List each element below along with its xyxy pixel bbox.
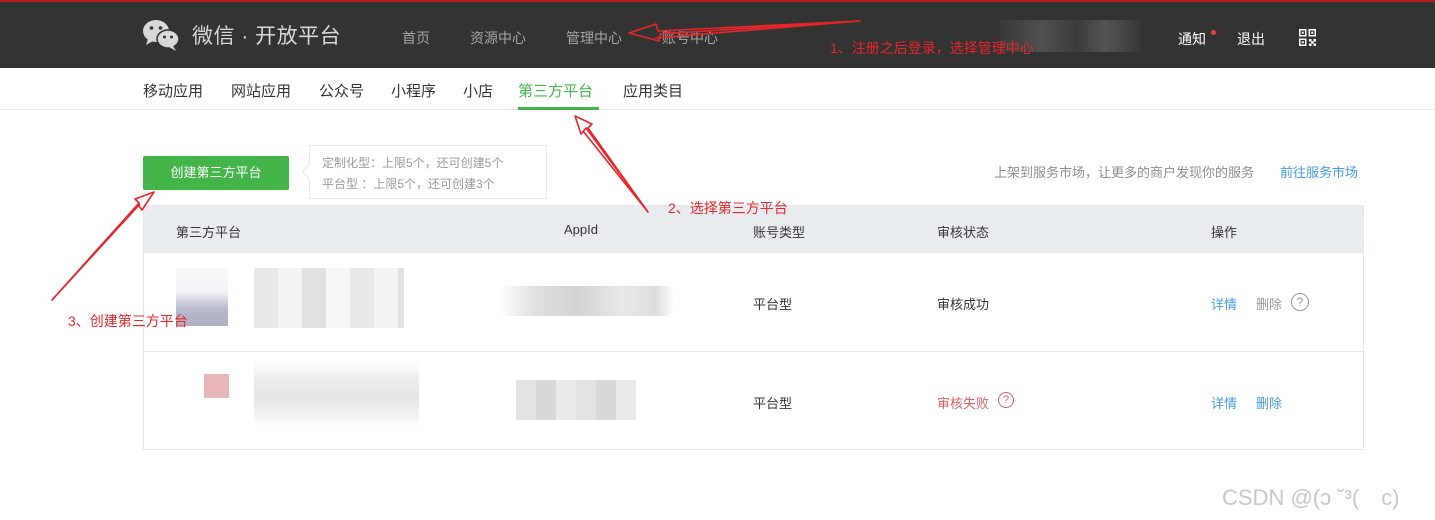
col-header-actions: 操作 [1211,225,1238,240]
nav-account[interactable]: 账号中心 [662,28,718,48]
col-header-platform: 第三方平台 [176,225,242,240]
account-type: 平台型 [753,297,793,312]
col-header-review-status: 审核状态 [937,225,990,240]
annotation-step1: 1、注册之后登录，选择管理中心 [830,40,1034,56]
delete-link-disabled[interactable]: 删除 [1256,294,1282,313]
top-header-bar: 微信 · 开放平台 首页 资源中心 管理中心 账号中心 通知 退出 [0,0,1435,68]
quota-tooltip: 定制化型：上限5个，还可创建5个 平台型 ：上限5个，还可创建3个 [309,145,547,199]
blurred-appid [499,286,674,316]
blurred-platform-name [254,268,404,328]
brand-title: 微信 · 开放平台 [192,25,342,48]
service-market-link[interactable]: 前往服务市场 [1280,162,1358,181]
tab-app-category[interactable]: 应用类目 [623,80,683,101]
quota-custom-line: 定制化型：上限5个，还可创建5个 [322,156,504,170]
nav-resources[interactable]: 资源中心 [470,28,526,48]
delete-link[interactable]: 删除 [1256,393,1282,412]
tab-shop[interactable]: 小店 [463,80,493,101]
tab-mini-program[interactable]: 小程序 [391,80,436,101]
tab-website-app[interactable]: 网站应用 [231,80,291,101]
fail-reason-question-icon[interactable]: ? [998,392,1014,408]
active-tab-underline [518,107,599,110]
detail-link[interactable]: 详情 [1211,294,1237,313]
third-party-platform-table: 第三方平台 AppId 账号类型 审核状态 操作 平台型 审核成功 详情 删除 … [143,205,1364,450]
col-header-appid: AppId [564,222,598,237]
arrow-to-third-party-tab [574,115,649,213]
annotation-step2: 2、选择第三方平台 [668,200,788,216]
notify-dot-badge [1211,30,1216,35]
logout-link[interactable]: 退出 [1237,29,1265,49]
notify-link[interactable]: 通知 [1178,29,1206,49]
table-row: 平台型 审核失败 ? 详情 删除 [144,351,1363,450]
arrow-to-create-button [51,191,155,301]
table-row: 平台型 审核成功 详情 删除 ? [144,252,1363,351]
account-type: 平台型 [753,396,793,411]
tab-third-party-platform[interactable]: 第三方平台 [518,80,593,101]
create-third-party-platform-button[interactable]: 创建第三方平台 [143,156,289,190]
help-question-icon[interactable]: ? [1291,293,1309,311]
annotation-step3: 3、创建第三方平台 [68,313,188,329]
blurred-platform-avatar [204,374,229,398]
blurred-appid [516,380,636,420]
tab-official-account[interactable]: 公众号 [319,80,364,101]
csdn-watermark: CSDN @(ɔ ˘³( c) [1222,485,1400,510]
wechat-logo-icon [143,20,180,51]
detail-link[interactable]: 详情 [1211,393,1237,412]
category-tabs: 移动应用 网站应用 公众号 小程序 小店 第三方平台 应用类目 [0,68,1435,110]
nav-home[interactable]: 首页 [402,28,430,48]
qrcode-icon[interactable] [1299,29,1316,46]
quota-platform-line: 平台型 ：上限5个，还可创建3个 [322,177,495,191]
col-header-account-type: 账号类型 [753,225,806,240]
blurred-platform-name [254,362,419,427]
nav-management[interactable]: 管理中心 [566,28,622,48]
tab-mobile-app[interactable]: 移动应用 [143,80,203,101]
review-status: 审核失败 [937,396,990,411]
service-market-hint: 上架到服务市场，让更多的商户发现你的服务 [994,165,1255,180]
review-status: 审核成功 [937,297,990,312]
wechat-logo[interactable]: 微信 · 开放平台 [142,18,341,52]
